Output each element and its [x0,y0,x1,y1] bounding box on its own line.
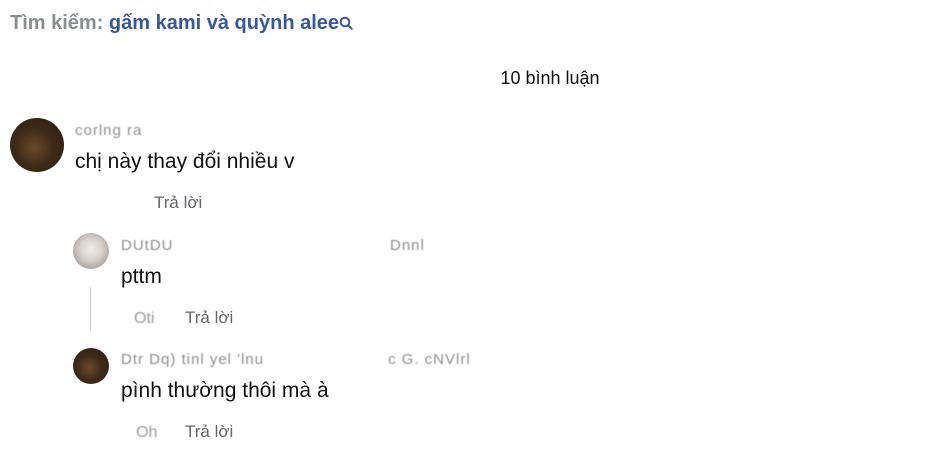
search-icon[interactable] [339,11,353,30]
reply-text: pình thường thôi mà à [121,379,329,402]
reply-author[interactable]: Dtr Dq) tinl yel 'lnu [121,351,264,368]
reply-author-extra: c G. cNVlrl [388,351,471,368]
avatar[interactable] [73,233,109,269]
reply-author[interactable]: DUtDU [121,237,174,254]
avatar[interactable] [73,348,109,384]
search-query[interactable]: gấm kami và quỳnh alee [109,12,339,34]
reply-button[interactable]: Trả lời [154,193,202,213]
thread-line [90,287,91,331]
reply-text: pttm [121,265,162,288]
search-prefix: Tìm kiếm: [10,12,104,34]
avatar[interactable] [10,118,64,172]
comment-text: chị này thay đổi nhiều v [75,150,295,173]
reply-button[interactable]: Trả lời [185,422,233,442]
reply-author-extra: Dnnl [390,237,425,254]
reply-button[interactable]: Trả lời [185,308,233,328]
comments-count[interactable]: 10 bình luận [0,67,940,89]
reply-meta: Oh [136,424,158,441]
comment-author[interactable]: corlng ra [75,122,142,139]
reply-meta: Oti [134,310,155,327]
search-bar[interactable]: Tìm kiếm: gấm kami và quỳnh alee [10,10,353,36]
